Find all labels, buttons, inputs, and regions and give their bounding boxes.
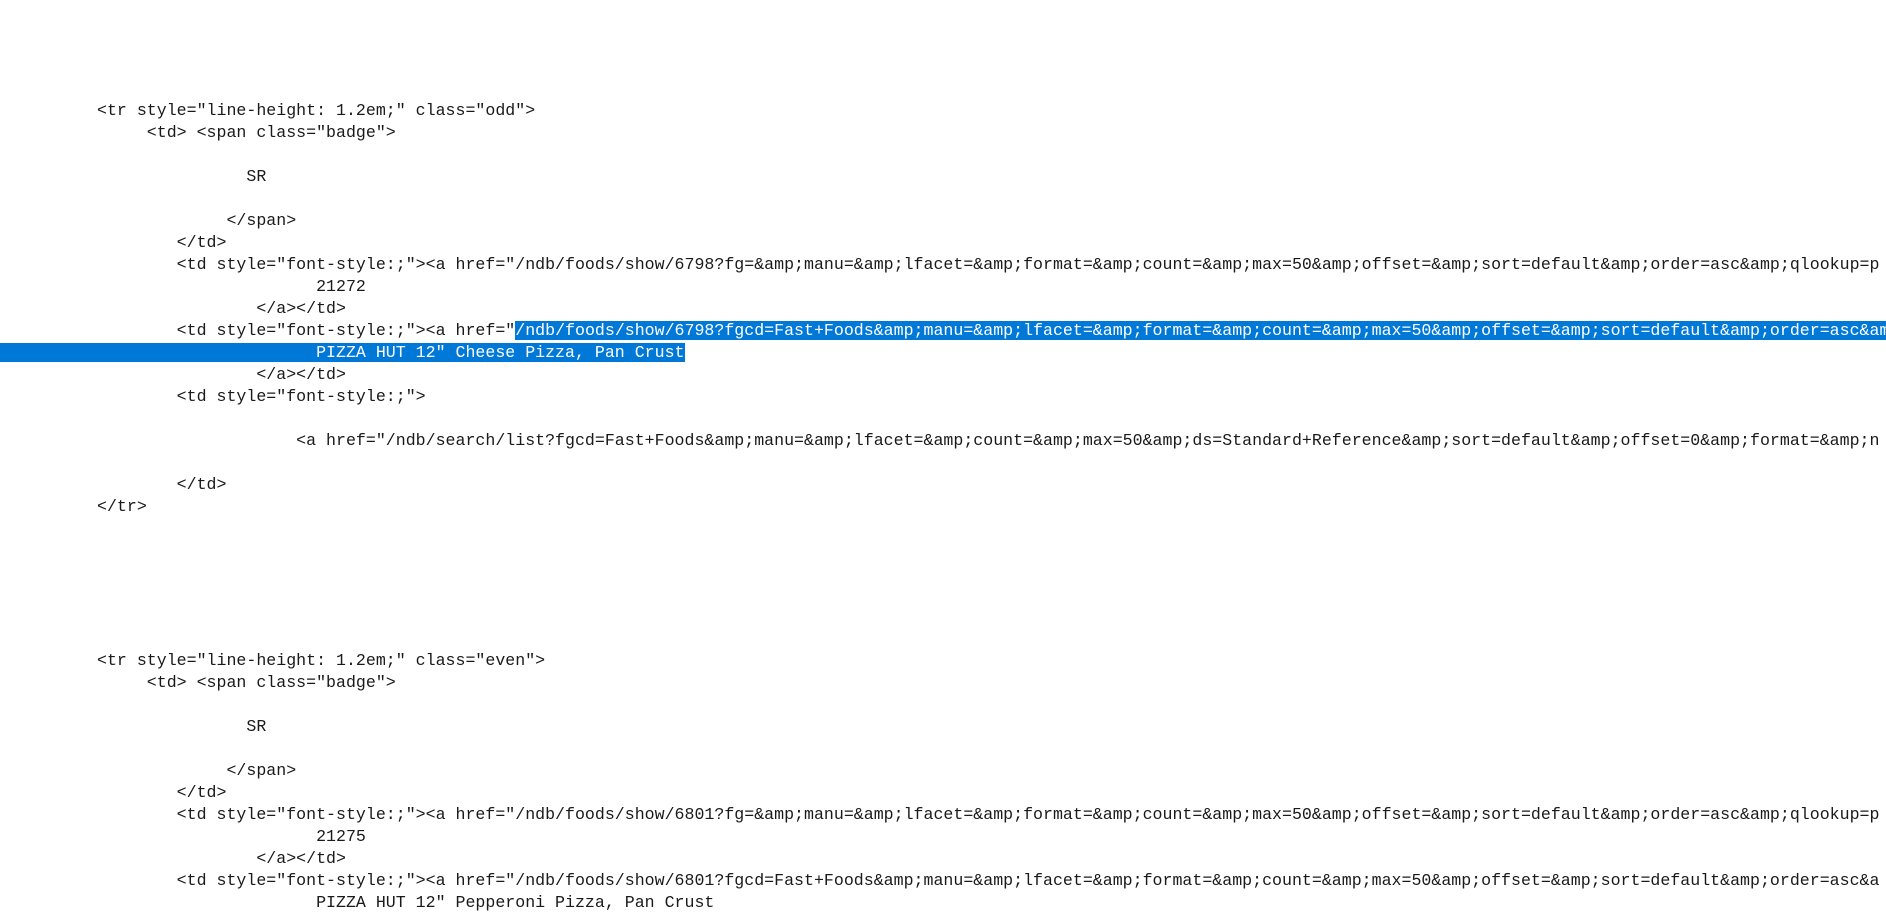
source-line[interactable]: </span>	[0, 760, 1886, 782]
source-line[interactable]: </span>	[0, 210, 1886, 232]
selected-text[interactable]: PIZZA HUT 12" Cheese Pizza, Pan Crust	[0, 343, 685, 362]
source-text: <tr style="line-height: 1.2em;" class="o…	[97, 101, 536, 120]
source-line[interactable]: </td>	[0, 474, 1886, 496]
source-line[interactable]: </tr>	[0, 496, 1886, 518]
source-line[interactable]: 21275	[0, 826, 1886, 848]
source-line[interactable]: <td style="font-style:;"><a href="/ndb/f…	[0, 804, 1886, 826]
source-text: SR	[97, 717, 267, 736]
source-text: </td>	[97, 783, 227, 802]
source-line[interactable]	[0, 408, 1886, 430]
source-line[interactable]: PIZZA HUT 12" Pepperoni Pizza, Pan Crust	[0, 892, 1886, 914]
table-row-source: <tr style="line-height: 1.2em;" class="o…	[0, 100, 1886, 650]
source-text: <td> <span class="badge">	[97, 673, 396, 692]
source-line[interactable]	[0, 694, 1886, 716]
source-text: <td> <span class="badge">	[97, 123, 396, 142]
source-text: </span>	[97, 211, 297, 230]
source-text: <td style="font-style:;">	[97, 387, 426, 406]
source-text: </a></td>	[97, 299, 346, 318]
source-line[interactable]: </td>	[0, 232, 1886, 254]
source-line[interactable]: <a href="/ndb/search/list?fgcd=Fast+Food…	[0, 430, 1886, 452]
source-line[interactable]	[0, 452, 1886, 474]
source-line[interactable]: PIZZA HUT 12" Cheese Pizza, Pan Crust	[0, 342, 1886, 364]
source-line[interactable]: </a></td>	[0, 298, 1886, 320]
page-source-view[interactable]: <tr style="line-height: 1.2em;" class="o…	[0, 100, 1886, 914]
source-text: </a></td>	[97, 365, 346, 384]
source-text: </td>	[97, 233, 227, 252]
source-line[interactable]: SR	[0, 166, 1886, 188]
source-line[interactable]: <td style="font-style:;">	[0, 386, 1886, 408]
source-text: <a href="/ndb/search/list?fgcd=Fast+Food…	[97, 431, 1880, 450]
source-line[interactable]: <td style="font-style:;"><a href="/ndb/f…	[0, 254, 1886, 276]
source-line[interactable]	[0, 188, 1886, 210]
source-text: <td style="font-style:;"><a href="/ndb/f…	[97, 871, 1880, 890]
source-line[interactable]: 21272	[0, 276, 1886, 298]
source-text: 21272	[97, 277, 366, 296]
source-line[interactable]: </td>	[0, 782, 1886, 804]
source-line[interactable]: </a></td>	[0, 848, 1886, 870]
table-row-source: <tr style="line-height: 1.2em;" class="e…	[0, 650, 1886, 914]
source-line[interactable]: SR	[0, 716, 1886, 738]
source-line[interactable]: </a></td>	[0, 364, 1886, 386]
source-text: <td style="font-style:;"><a href="	[97, 321, 516, 340]
source-text: </span>	[97, 761, 297, 780]
source-text: PIZZA HUT 12" Pepperoni Pizza, Pan Crust	[97, 893, 715, 912]
source-line[interactable]	[0, 584, 1886, 606]
source-text: </td>	[97, 475, 227, 494]
source-line[interactable]	[0, 540, 1886, 562]
source-line[interactable]	[0, 518, 1886, 540]
source-line[interactable]: <td style="font-style:;"><a href="/ndb/f…	[0, 320, 1886, 342]
source-line[interactable]: <tr style="line-height: 1.2em;" class="o…	[0, 100, 1886, 122]
source-line[interactable]: <td> <span class="badge">	[0, 122, 1886, 144]
source-text: <td style="font-style:;"><a href="/ndb/f…	[97, 255, 1880, 274]
source-line[interactable]: <td style="font-style:;"><a href="/ndb/f…	[0, 870, 1886, 892]
source-text: <td style="font-style:;"><a href="/ndb/f…	[97, 805, 1880, 824]
source-text: </tr>	[97, 497, 147, 516]
source-line[interactable]	[0, 562, 1886, 584]
source-text: </a></td>	[97, 849, 346, 868]
source-line[interactable]: <td> <span class="badge">	[0, 672, 1886, 694]
source-line[interactable]: <tr style="line-height: 1.2em;" class="e…	[0, 650, 1886, 672]
source-text: <tr style="line-height: 1.2em;" class="e…	[97, 651, 546, 670]
source-text: SR	[97, 167, 267, 186]
source-line[interactable]	[0, 738, 1886, 760]
source-line[interactable]	[0, 144, 1886, 166]
source-line[interactable]	[0, 628, 1886, 650]
selected-text[interactable]: /ndb/foods/show/6798?fgcd=Fast+Foods&amp…	[515, 321, 1886, 340]
source-line[interactable]	[0, 606, 1886, 628]
source-text: 21275	[97, 827, 366, 846]
